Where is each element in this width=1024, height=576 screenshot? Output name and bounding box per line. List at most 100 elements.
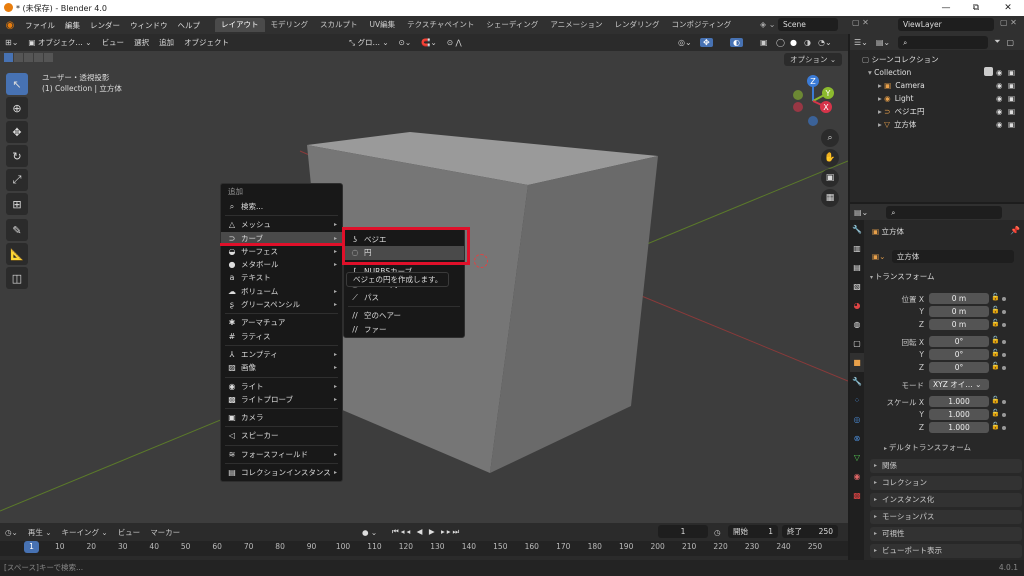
menu-object[interactable]: オブジェクト <box>179 37 234 48</box>
pan-hand-icon[interactable]: ✋ <box>821 149 839 167</box>
scene-collection-row[interactable]: ▢ シーンコレクション <box>850 54 1024 66</box>
outliner-object-row[interactable]: ▸ ▣ Camera ◉ ▣ <box>850 79 1024 92</box>
current-frame-field[interactable]: 1 <box>658 525 708 538</box>
texture-tab-icon[interactable]: ▩ <box>850 486 864 505</box>
location-y-lock-icon[interactable]: 🔓 <box>991 306 1000 314</box>
workspace-tab-layout[interactable]: レイアウト <box>215 18 265 32</box>
record-keyframe-icon[interactable]: ● ⌄ <box>362 528 377 537</box>
add-menu-item[interactable]: ʂ グリースペンシル ▸ <box>221 298 342 311</box>
select-invert-icon[interactable] <box>34 53 43 62</box>
transform-tool-icon[interactable]: ⊞ <box>6 193 28 215</box>
pivot-point-dropdown[interactable]: ⊙⌄ <box>394 38 417 47</box>
timeline-editor-icon[interactable]: ◷⌄ <box>0 528 23 537</box>
playhead[interactable]: 1 <box>24 541 39 553</box>
menu-select[interactable]: 選択 <box>129 37 154 48</box>
render-tab-icon[interactable]: ▥ <box>850 239 864 258</box>
outliner-object-row[interactable]: ▸ ⊃ ベジエ円 ◉ ▣ <box>850 105 1024 118</box>
pin-icon[interactable]: 📌 <box>1010 226 1020 235</box>
properties-editor-icon[interactable]: ▤⌄ <box>850 208 872 217</box>
panel-relations[interactable]: ▸ 関係 <box>870 459 1022 473</box>
wireframe-shading-icon[interactable]: ◯ <box>776 38 785 47</box>
select-subtract-icon[interactable] <box>24 53 33 62</box>
workspace-tab-animation[interactable]: アニメーション <box>544 18 608 32</box>
add-menu-item[interactable]: ✱ アーマチュア <box>221 316 342 329</box>
scale-z-lock-icon[interactable]: 🔓 <box>991 422 1000 430</box>
properties-editor[interactable]: ▤⌄ ⌕ 🔧 ▥ ▤ ▧ ◕ ◍ ▢ ■ 🔧 ⁘ ◎ ⊗ ▽ ◉ ▩ ▣ 立方体… <box>850 204 1024 560</box>
workspace-tab-shading[interactable]: シェーディング <box>480 18 544 32</box>
render-camera-icon[interactable]: ▣ <box>1008 92 1015 105</box>
add-menu-item[interactable]: ▨ 画像 ▸ <box>221 361 342 374</box>
rotate-tool-icon[interactable]: ↻ <box>6 145 28 167</box>
timeline-menu-marker[interactable]: マーカー <box>145 527 185 538</box>
visibility-icon[interactable]: ◎⌄ <box>678 38 692 47</box>
navigation-gizmo[interactable]: Z Y X <box>786 71 842 127</box>
workspace-tab-compositing[interactable]: コンポジティング <box>666 18 738 32</box>
menu-file[interactable]: ファイル <box>20 20 60 31</box>
timeline-menu-view[interactable]: ビュー <box>113 527 146 538</box>
add-menu-item[interactable]: a テキスト <box>221 271 342 284</box>
output-tab-icon[interactable]: ▤ <box>850 258 864 277</box>
location-z-field[interactable]: 0 m <box>929 319 989 330</box>
view-layer-actions[interactable]: ▢ ✕ <box>1000 18 1017 27</box>
collection-render-icon[interactable]: ▣ <box>1008 66 1015 79</box>
visibility-eye-icon[interactable]: ◉ <box>996 118 1003 131</box>
scale-tool-icon[interactable]: ⤢ <box>6 169 28 191</box>
collection-tab-icon[interactable]: ▢ <box>850 334 864 353</box>
collection-row[interactable]: ▾ Collection ◉ ▣ <box>850 66 1024 79</box>
select-intersect-icon[interactable] <box>44 53 53 62</box>
add-menu-item[interactable]: ● メタボール ▸ <box>221 258 342 271</box>
transform-orientation-dropdown[interactable]: ⤡ グロ… ⌄ <box>344 37 394 48</box>
view-layer-field[interactable]: ViewLayer <box>898 18 994 31</box>
rotation-z-lock-icon[interactable]: 🔓 <box>991 362 1000 370</box>
playback-controls[interactable]: ⏮◂◂ ◀ ▶ ▸▸⏭ <box>392 527 461 537</box>
physics-tab-icon[interactable]: ◎ <box>850 410 864 429</box>
ortho-toggle-icon[interactable]: ▦ <box>821 189 839 207</box>
curve-submenu-item[interactable]: ⟋ パス <box>344 291 464 304</box>
render-camera-icon[interactable]: ▣ <box>1008 79 1015 92</box>
outliner-filter-icon[interactable]: ⏷ <box>988 37 1006 47</box>
outliner-new-collection-icon[interactable]: ▢ <box>1007 38 1015 47</box>
object-tab-icon[interactable]: ■ <box>850 353 864 372</box>
render-camera-icon[interactable]: ▣ <box>1008 118 1015 131</box>
rotation-z-keyframe-icon[interactable] <box>1002 366 1006 370</box>
move-tool-icon[interactable]: ✥ <box>6 121 28 143</box>
rotation-y-field[interactable]: 0° <box>929 349 989 360</box>
panel-visibility[interactable]: ▸ 可視性 <box>870 527 1022 541</box>
scale-y-lock-icon[interactable]: 🔓 <box>991 409 1000 417</box>
close-button[interactable]: ✕ <box>994 1 1022 15</box>
timeline[interactable]: ◷⌄ 再生 ⌄ キーイング ⌄ ビュー マーカー ● ⌄ ⏮◂◂ ◀ ▶ ▸▸⏭… <box>0 523 848 560</box>
modifier-tab-icon[interactable]: 🔧 <box>850 372 864 391</box>
tool-tab-icon[interactable]: 🔧 <box>850 220 864 239</box>
panel-collections[interactable]: ▸ コレクション <box>870 476 1022 490</box>
outliner-object-row[interactable]: ▸ ◉ Light ◉ ▣ <box>850 92 1024 105</box>
data-tab-icon[interactable]: ▽ <box>850 448 864 467</box>
scale-x-field[interactable]: 1.000 <box>929 396 989 407</box>
rotation-x-keyframe-icon[interactable] <box>1002 340 1006 344</box>
render-camera-icon[interactable]: ▣ <box>1008 105 1015 118</box>
scene-selector[interactable]: ◈ ⌄ Scene <box>760 18 846 31</box>
location-y-field[interactable]: 0 m <box>929 306 989 317</box>
delta-transform-panel[interactable]: ▸ デルタトランスフォーム <box>884 442 971 453</box>
menu-window[interactable]: ウィンドウ <box>125 20 173 31</box>
add-cube-tool-icon[interactable]: ◫ <box>6 267 28 289</box>
measure-tool-icon[interactable]: 📐 <box>6 243 28 265</box>
scale-z-keyframe-icon[interactable] <box>1002 426 1006 430</box>
collection-checkbox[interactable] <box>984 67 993 76</box>
add-menu-item[interactable]: ☁ ボリューム ▸ <box>221 285 342 298</box>
scale-y-field[interactable]: 1.000 <box>929 409 989 420</box>
curve-submenu-item[interactable]: // 空のヘアー <box>344 309 464 322</box>
scene-tab-icon[interactable]: ◕ <box>850 296 864 315</box>
add-menu-item[interactable]: △ メッシュ ▸ <box>221 218 342 231</box>
panel-instancing[interactable]: ▸ インスタンス化 <box>870 493 1022 507</box>
object-mode-dropdown[interactable]: ▣ オブジェク… ⌄ <box>23 37 96 48</box>
outliner-search-input[interactable]: ⌕ <box>898 35 989 49</box>
rotation-mode-dropdown[interactable]: XYZ オイ… ⌄ <box>929 379 989 390</box>
xray-toggle-icon[interactable]: ▣ <box>760 38 768 47</box>
add-menu-search[interactable]: ⌕ 検索... <box>221 200 342 213</box>
particles-tab-icon[interactable]: ⁘ <box>850 391 864 410</box>
object-datablock-row[interactable]: ▣⌄ 立方体 <box>872 250 1014 263</box>
outliner[interactable]: ☰⌄ ▤⌄ ⌕ ⏷ ▢ ▢ シーンコレクション ▾ Collection ◉ ▣… <box>850 34 1024 202</box>
end-frame-field[interactable]: 終了 250 <box>782 525 838 538</box>
visibility-eye-icon[interactable]: ◉ <box>996 79 1003 92</box>
options-dropdown[interactable]: オプション ⌄ <box>784 53 843 66</box>
